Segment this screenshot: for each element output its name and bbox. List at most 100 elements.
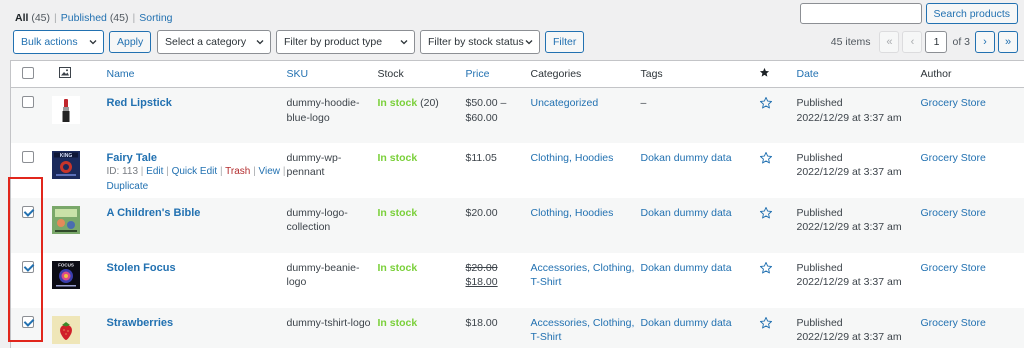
select-all-checkbox[interactable] [22,66,34,79]
bulk-actions-select[interactable]: Bulk actions [13,30,104,54]
stock-cell: In stock [377,197,466,253]
tag-link[interactable]: Dokan dummy data [641,207,732,219]
name-cell: Stolen Focus [95,253,287,308]
search-products-button[interactable]: Search products [925,3,1018,24]
search-input[interactable] [799,3,922,24]
table-header-row: Name SKU Stock Price Categories Tags Dat… [10,60,1024,88]
chevron-down-icon [525,40,533,45]
author-link[interactable]: Grocery Store [921,152,986,164]
table-row: A Children's Bible dummy-logo-collection… [10,197,1024,253]
tag-link[interactable]: Dokan dummy data [641,152,732,164]
current-page-input[interactable]: 1 [925,31,948,53]
status-views: All (45) | Published (45) | Sorting [15,12,173,24]
trash-link[interactable]: Trash [225,166,250,177]
category-link[interactable]: Clothing, Hoodies [531,152,614,164]
star-outline-icon[interactable] [759,96,773,110]
stock-status-select[interactable]: Filter by stock status [420,30,540,54]
category-link[interactable]: Clothing, Hoodies [531,207,614,219]
product-type-select-label: Filter by product type [284,36,383,48]
stock-cell: In stock [378,253,466,308]
author-cell: Grocery Store [920,307,1024,348]
date-value: 2022/12/29 at 3:37 am [796,331,902,343]
table-row: FOCUS Stolen Focus dummy-beanie-logo In … [11,253,1024,308]
product-thumbnail[interactable] [46,197,95,253]
product-name-link[interactable]: Red Lipstick [107,97,172,109]
product-name-link[interactable]: Stolen Focus [107,262,176,274]
product-thumbnail[interactable] [46,87,95,143]
regular-price: $20.00 [465,261,498,274]
name-cell: Fairy Tale ID: 113 | Edit | Quick Edit |… [95,143,287,198]
sale-price: $18.00 [465,276,498,288]
category-link[interactable]: Accessories, Clothing, T-Shirt [531,262,635,289]
price-column-header[interactable]: Price [465,60,531,88]
product-name-link[interactable]: A Children's Bible [107,207,201,219]
last-page-button[interactable]: » [998,31,1018,53]
author-link[interactable]: Grocery Store [921,262,986,274]
stock-status: In stock [377,316,418,329]
filter-button[interactable]: Filter [545,31,585,53]
row-action-separator: | [282,166,286,177]
author-cell: Grocery Store [920,197,1024,253]
image-icon [58,67,71,78]
sku-cell: dummy-tshirt-logo [286,307,378,348]
view-all-link[interactable]: All [15,12,28,24]
product-thumbnail[interactable] [46,307,95,348]
sku-column-header[interactable]: SKU [286,60,378,88]
date-cell: Published 2022/12/29 at 3:37 am [796,307,921,348]
author-link[interactable]: Grocery Store [921,207,986,219]
book-cover-thumbnail: KING [51,150,80,179]
author-cell: Grocery Store [921,253,1024,308]
star-outline-icon[interactable] [759,261,773,275]
price-cell: $11.05 [465,151,497,164]
date-column-header[interactable]: Date [796,60,921,88]
search-box: Search products [799,3,1018,24]
product-name-link[interactable]: Fairy Tale [107,152,158,164]
category-link[interactable]: Uncategorized [531,97,599,109]
row-checkbox[interactable] [22,150,34,163]
stock-cell: In stock [377,307,466,348]
tag-link[interactable]: Dokan dummy data [641,262,732,274]
chevron-down-icon [256,40,264,45]
table-row: Strawberries dummy-tshirt-logo In stock … [10,307,1024,348]
star-outline-icon[interactable] [759,206,773,220]
apply-button[interactable]: Apply [109,31,152,53]
view-sorting-link[interactable]: Sorting [139,12,172,24]
date-value: 2022/12/29 at 3:37 am [796,276,902,288]
featured-cell [759,253,797,308]
table-row: KING Fairy Tale ID: 113 | Edit | Quick E… [11,143,1024,198]
product-thumbnail[interactable]: KING [47,143,95,198]
duplicate-link[interactable]: Duplicate [107,181,149,192]
view-link[interactable]: View [259,166,281,177]
view-separator: | [54,12,57,24]
author-link[interactable]: Grocery Store [921,317,986,329]
name-cell: A Children's Bible [94,197,287,253]
first-page-button[interactable]: « [879,31,900,53]
row-action-separator: | [253,166,256,177]
prev-page-button[interactable]: ‹ [902,31,923,53]
view-published-link[interactable]: Published [61,12,107,24]
date-status: Published [796,261,843,274]
row-checkbox[interactable] [22,96,34,108]
featured-column-header[interactable] [758,60,797,88]
product-thumbnail[interactable]: FOCUS [47,253,95,308]
quick-edit-link[interactable]: Quick Edit [172,166,218,177]
checkbox-highlight-annotation [8,177,43,342]
featured-cell [759,143,797,198]
stock-cell: In stock (20) [377,87,466,143]
edit-link[interactable]: Edit [146,166,163,177]
author-cell: Grocery Store [921,143,1024,198]
date-value: 2022/12/29 at 3:37 am [796,111,902,124]
star-outline-icon[interactable] [759,316,773,330]
tag-link[interactable]: Dokan dummy data [641,317,732,329]
product-name-link[interactable]: Strawberries [107,317,174,329]
star-outline-icon[interactable] [759,151,773,165]
image-column-header [46,60,95,88]
author-link[interactable]: Grocery Store [921,97,986,109]
svg-text:KING: KING [59,152,72,158]
next-page-button[interactable]: › [975,31,995,53]
category-link[interactable]: Accessories, Clothing, T-Shirt [531,317,635,344]
categories-cell: Uncategorized [530,87,641,143]
name-column-header[interactable]: Name [94,60,287,88]
product-type-select[interactable]: Filter by product type [276,30,415,54]
category-select[interactable]: Select a category [157,30,271,54]
